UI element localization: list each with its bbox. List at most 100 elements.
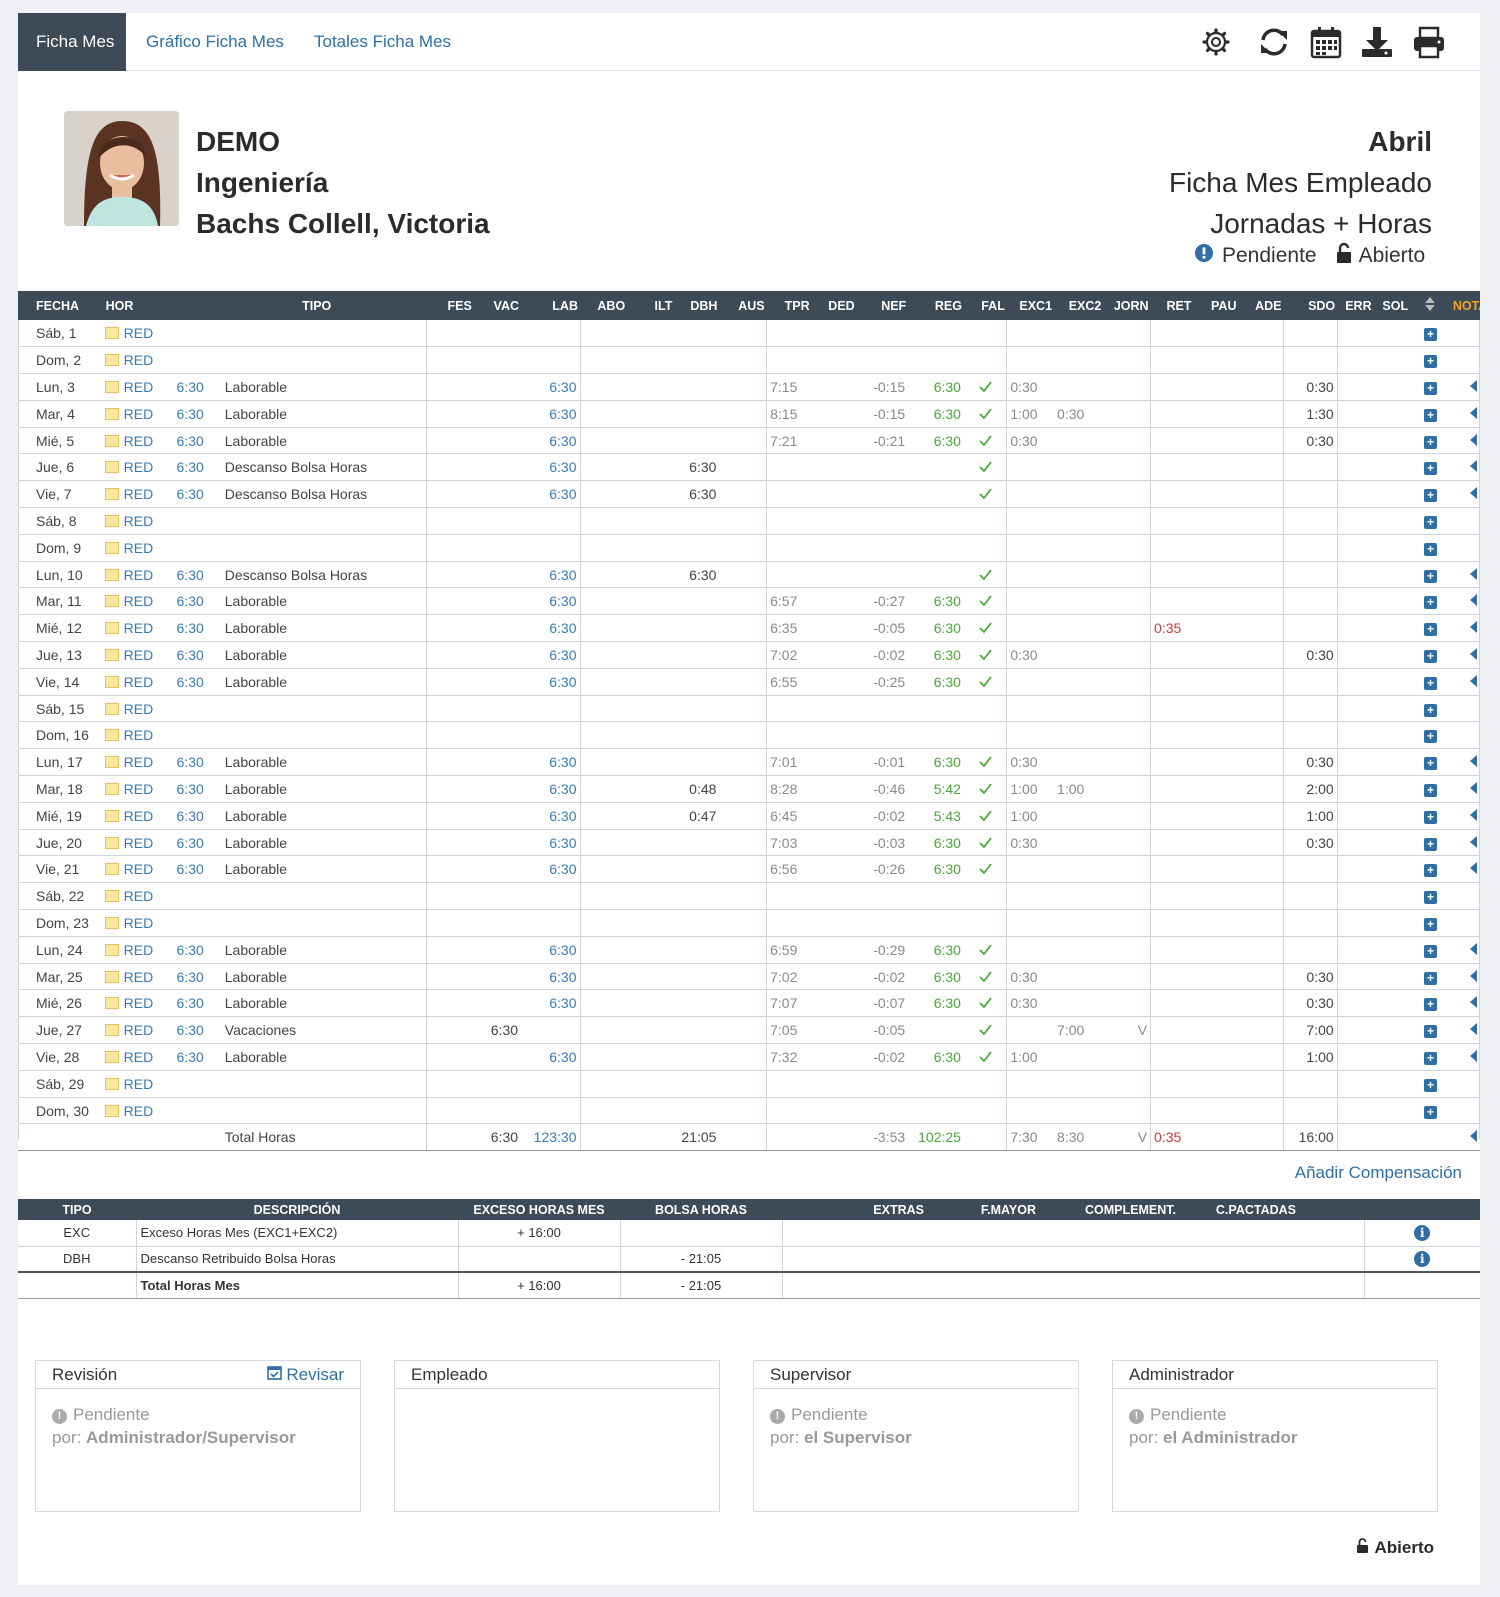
revisar-button[interactable]: Revisar	[266, 1365, 344, 1385]
schedule-code[interactable]: RED	[124, 754, 154, 770]
expand-cell[interactable]	[1450, 373, 1480, 401]
add-note-cell[interactable]: +	[1410, 855, 1451, 884]
expand-arrow-icon[interactable]	[1470, 1023, 1477, 1036]
expand-cell[interactable]	[1450, 775, 1480, 803]
add-note-cell[interactable]: +	[1410, 1070, 1451, 1098]
schedule-cell[interactable]: RED	[101, 668, 162, 696]
schedule-code[interactable]: RED	[124, 513, 154, 529]
col-tpr[interactable]: TPR	[766, 291, 812, 320]
expand-arrow-icon[interactable]	[1470, 969, 1477, 982]
add-note-cell[interactable]: +	[1410, 453, 1451, 482]
col-dbh[interactable]: DBH	[674, 291, 720, 320]
schedule-cell[interactable]: RED	[101, 829, 162, 857]
schedule-cell[interactable]: RED	[101, 561, 162, 589]
add-note-icon[interactable]: +	[1423, 435, 1437, 449]
schedule-code[interactable]: RED	[124, 406, 154, 422]
add-note-cell[interactable]: +	[1410, 561, 1451, 589]
add-note-cell[interactable]: +	[1410, 400, 1451, 428]
schedule-cell[interactable]: RED	[101, 1043, 162, 1071]
schedule-cell[interactable]: RED	[101, 587, 162, 616]
schedule-cell[interactable]: RED	[101, 641, 162, 669]
schedule-code[interactable]: RED	[124, 540, 154, 556]
add-note-cell[interactable]: +	[1410, 373, 1451, 401]
schedule-cell[interactable]: RED	[101, 936, 162, 964]
add-note-icon[interactable]: +	[1423, 944, 1437, 958]
add-note-cell[interactable]: +	[1410, 1097, 1451, 1125]
add-note-cell[interactable]: +	[1410, 829, 1451, 857]
add-note-icon[interactable]: +	[1423, 1078, 1437, 1092]
col-fes[interactable]: FES	[426, 291, 474, 320]
expand-arrow-icon[interactable]	[1470, 781, 1477, 794]
col-vac[interactable]: VAC	[473, 291, 522, 320]
col-ded[interactable]: DED	[811, 291, 857, 320]
schedule-code[interactable]: RED	[124, 781, 154, 797]
col-hor[interactable]: HOR	[101, 291, 162, 320]
summ-info-cell[interactable]: i	[1363, 1220, 1480, 1247]
schedule-code[interactable]: RED	[124, 861, 154, 877]
col-aus[interactable]: AUS	[719, 291, 767, 320]
col-fal[interactable]: FAL	[963, 291, 1007, 320]
schedule-cell[interactable]: RED	[101, 1016, 162, 1045]
col-ade[interactable]: ADE	[1238, 291, 1284, 320]
schedule-code[interactable]: RED	[124, 433, 154, 449]
schedule-code[interactable]: RED	[124, 647, 154, 663]
expand-cell[interactable]	[1450, 400, 1480, 428]
add-note-icon[interactable]: +	[1423, 1051, 1437, 1065]
schedule-cell[interactable]: RED	[101, 1070, 162, 1098]
add-note-icon[interactable]: +	[1423, 649, 1437, 663]
add-note-cell[interactable]: +	[1410, 989, 1451, 1018]
gear-icon[interactable]	[1198, 23, 1234, 61]
add-note-icon[interactable]: +	[1423, 462, 1437, 476]
schedule-code[interactable]: RED	[124, 835, 154, 851]
add-note-icon[interactable]: +	[1423, 355, 1437, 369]
add-note-icon[interactable]: +	[1423, 837, 1437, 851]
add-note-cell[interactable]: +	[1410, 668, 1451, 696]
sort-icon[interactable]	[1410, 291, 1451, 320]
schedule-cell[interactable]: RED	[101, 507, 162, 535]
col-pau[interactable]: PAU	[1193, 291, 1239, 320]
schedule-code[interactable]: RED	[124, 808, 154, 824]
schedule-cell[interactable]: RED	[101, 748, 162, 777]
add-note-icon[interactable]: +	[1423, 676, 1437, 690]
schedule-code[interactable]: RED	[124, 1022, 154, 1038]
calendar-icon[interactable]	[1308, 23, 1344, 61]
schedule-cell[interactable]: RED	[101, 427, 162, 455]
add-note-icon[interactable]: +	[1423, 757, 1437, 771]
col-ret[interactable]: RET	[1150, 291, 1194, 320]
add-note-icon[interactable]: +	[1423, 623, 1437, 637]
expand-cell[interactable]	[1450, 427, 1480, 455]
col-tipo[interactable]: TIPO	[206, 291, 427, 320]
add-note-icon[interactable]: +	[1423, 703, 1437, 717]
add-note-cell[interactable]: +	[1410, 641, 1451, 669]
tab-totales-ficha-mes[interactable]: Totales Ficha Mes	[296, 13, 469, 71]
expand-cell[interactable]	[1450, 855, 1480, 884]
col-reg[interactable]: REG	[908, 291, 964, 320]
add-note-icon[interactable]: +	[1423, 864, 1437, 878]
expand-arrow-icon[interactable]	[1470, 755, 1477, 768]
schedule-cell[interactable]: RED	[101, 721, 162, 750]
add-note-cell[interactable]: +	[1410, 909, 1451, 937]
col-ilt[interactable]: ILT	[627, 291, 675, 320]
add-note-icon[interactable]: +	[1423, 783, 1437, 797]
add-note-icon[interactable]: +	[1423, 891, 1437, 905]
add-note-icon[interactable]: +	[1423, 971, 1437, 985]
col-sdo[interactable]: SDO	[1283, 291, 1338, 320]
add-note-icon[interactable]: +	[1423, 381, 1437, 395]
schedule-code[interactable]: RED	[124, 995, 154, 1011]
add-note-icon[interactable]: +	[1423, 596, 1437, 610]
expand-cell[interactable]	[1450, 614, 1480, 643]
expand-cell[interactable]	[1450, 802, 1480, 830]
add-note-cell[interactable]: +	[1410, 721, 1451, 750]
add-note-cell[interactable]: +	[1410, 748, 1451, 777]
schedule-cell[interactable]: RED	[101, 1097, 162, 1125]
tab-ficha-mes[interactable]: Ficha Mes	[18, 13, 126, 71]
schedule-cell[interactable]: RED	[101, 963, 162, 991]
add-note-icon[interactable]: +	[1423, 917, 1437, 931]
schedule-cell[interactable]: RED	[101, 695, 162, 723]
schedule-code[interactable]: RED	[124, 593, 154, 609]
print-icon[interactable]	[1411, 23, 1447, 61]
col-fecha[interactable]: FECHA	[18, 291, 102, 320]
schedule-cell[interactable]: RED	[101, 480, 162, 509]
expand-arrow-icon[interactable]	[1470, 862, 1477, 875]
info-icon[interactable]: i	[1414, 1224, 1431, 1241]
